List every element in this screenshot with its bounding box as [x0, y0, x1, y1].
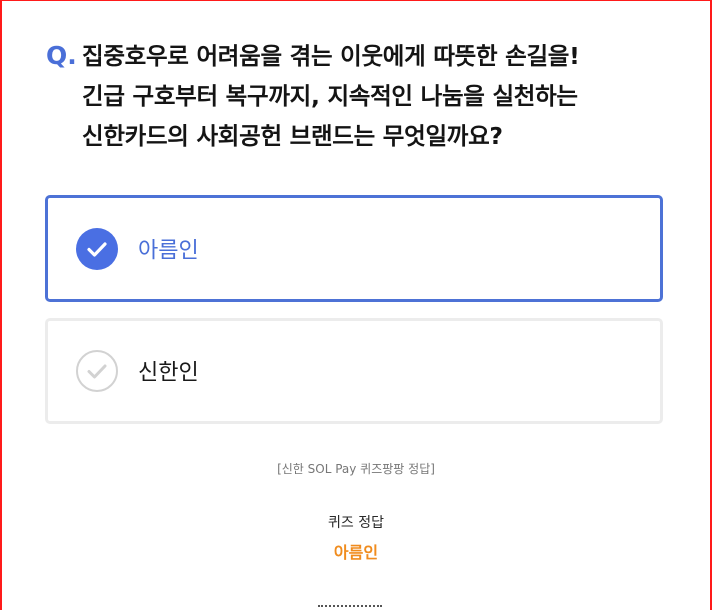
question-line: 긴급 구호부터 복구까지, 지속적인 나눔을 실천하는 — [82, 82, 578, 110]
option-label: 아름인 — [138, 237, 199, 263]
question-line: 신한카드의 사회공헌 브랜드는 무엇일까요? — [82, 122, 503, 150]
check-circle-icon — [76, 227, 118, 270]
quiz-question: Q. 집중호우로 어려움을 겪는 이웃에게 따뜻한 손길을! 긴급 구호부터 복… — [46, 36, 676, 156]
answer-option-1[interactable]: 아름인 — [45, 195, 663, 302]
question-text: 집중호우로 어려움을 겪는 이웃에게 따뜻한 손길을! 긴급 구호부터 복구까지… — [82, 36, 580, 156]
answer-value: 아름인 — [333, 543, 379, 562]
answer-caption: [신한 SOL Pay 퀴즈팡팡 정답] — [277, 462, 435, 476]
question-line: 집중호우로 어려움을 겪는 이웃에게 따뜻한 손길을! — [82, 42, 580, 70]
answer-heading: 퀴즈 정답 — [328, 515, 384, 531]
option-label: 신한인 — [138, 360, 199, 386]
answer-option-2[interactable]: 신한인 — [45, 318, 663, 424]
check-circle-icon — [76, 350, 118, 392]
truncated-text — [318, 603, 388, 610]
question-prefix: Q. — [46, 41, 77, 70]
